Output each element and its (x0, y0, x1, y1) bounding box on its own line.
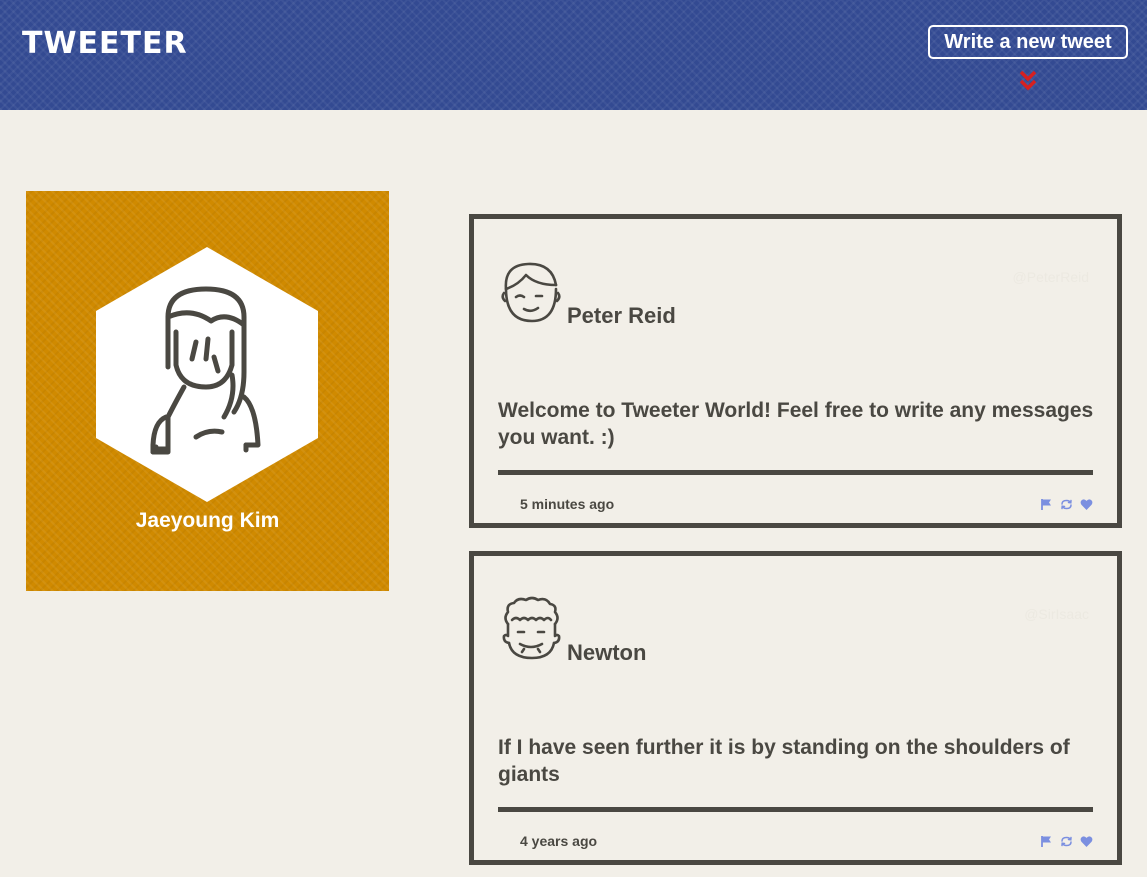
tweet-actions (1040, 835, 1093, 848)
tweet-card: Newton @SirIsaac If I have seen further … (469, 551, 1122, 865)
tweet-divider (498, 470, 1093, 475)
tweet-handle: @SirIsaac (1024, 606, 1089, 622)
flag-icon[interactable] (1040, 498, 1053, 511)
tweet-author: Peter Reid (567, 303, 676, 328)
woman-avatar-icon (96, 247, 318, 502)
profile-name: Jaeyoung Kim (135, 509, 280, 532)
tweet-timestamp: 5 minutes ago (520, 496, 615, 512)
retweet-icon[interactable] (1060, 498, 1073, 511)
tweet-content: If I have seen further it is by standing… (498, 736, 1070, 786)
app-logo[interactable]: TWEETER (22, 26, 188, 61)
heart-icon[interactable] (1080, 835, 1093, 848)
tweet-card: Peter Reid @PeterReid Welcome to Tweeter… (469, 214, 1122, 528)
tweet-author: Newton (567, 640, 647, 665)
top-navbar: TWEETER Write a new tweet (0, 0, 1147, 110)
heart-icon[interactable] (1080, 498, 1093, 511)
tweet-handle: @PeterReid (1012, 269, 1089, 285)
profile-card: Jaeyoung Kim (26, 191, 389, 591)
tweet-content: Welcome to Tweeter World! Feel free to w… (498, 399, 1094, 449)
write-new-tweet-button[interactable]: Write a new tweet (928, 25, 1128, 59)
tweet-actions (1040, 498, 1093, 511)
retweet-icon[interactable] (1060, 835, 1073, 848)
flag-icon[interactable] (1040, 835, 1053, 848)
curly-hair-man-avatar-icon (502, 596, 561, 660)
winking-man-avatar-icon (501, 262, 561, 323)
tweet-divider (498, 807, 1093, 812)
tweet-timestamp: 4 years ago (520, 833, 598, 849)
double-chevron-down-icon[interactable] (1018, 70, 1038, 92)
